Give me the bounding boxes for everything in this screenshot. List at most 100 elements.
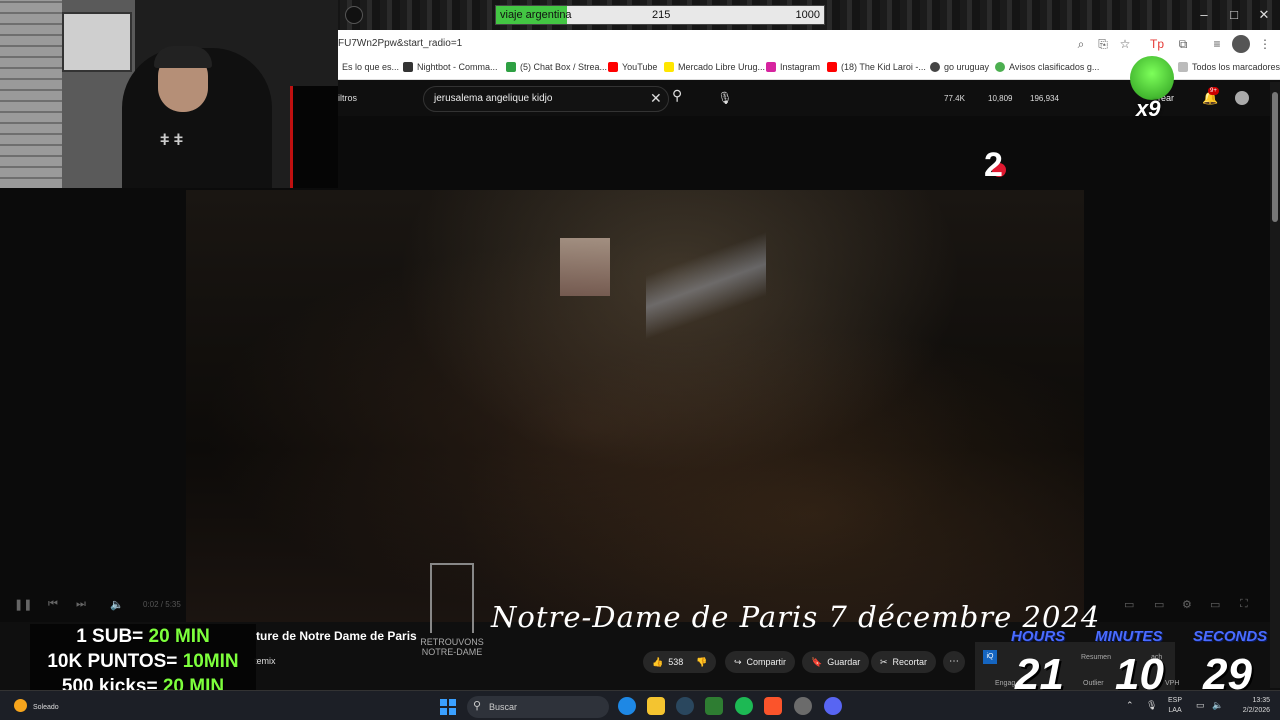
bookmark-item[interactable]: go uruguay xyxy=(930,62,989,72)
app-icon[interactable] xyxy=(794,697,812,715)
theater-icon[interactable]: ▭ xyxy=(1210,598,1220,611)
subtitles-icon[interactable]: ▭ xyxy=(1124,598,1134,611)
channel-name[interactable]: temix xyxy=(254,656,276,666)
brave-icon[interactable] xyxy=(764,697,782,715)
like-button[interactable]: 👍 538 👎 xyxy=(643,651,717,673)
bookmark-label: Avisos clasificados g... xyxy=(1009,62,1100,72)
filters-button[interactable]: iltros xyxy=(338,93,357,103)
reading-list-icon[interactable]: ≡ xyxy=(1208,35,1226,53)
bookmark-item[interactable]: (5) Chat Box / Strea... xyxy=(506,62,607,72)
streamer-cap xyxy=(154,46,212,68)
settings-gear-icon[interactable]: ⚙ xyxy=(1182,598,1192,611)
extensions-puzzle-icon[interactable]: ⧉ xyxy=(1174,35,1192,53)
url-field[interactable]: FU7Wn2Ppw&start_radio=1 xyxy=(338,38,462,49)
next-icon[interactable]: ⏭ xyxy=(76,598,86,611)
taskbar-clock[interactable]: 13:35 2/2/2026 xyxy=(1232,696,1270,716)
scrollbar-thumb[interactable] xyxy=(1272,92,1278,222)
timer-bg-label: VPH xyxy=(1165,680,1180,687)
clip-button[interactable]: ✂ Recortar xyxy=(871,651,937,673)
bookmark-item[interactable]: Mercado Libre Urug... xyxy=(664,62,765,72)
windows-start-icon[interactable] xyxy=(440,699,456,715)
maximize-button[interactable]: □ xyxy=(1224,7,1244,22)
previous-icon[interactable]: ⏮ xyxy=(48,598,58,611)
bookmark-item[interactable]: YouTube xyxy=(608,62,657,72)
chrome-icon[interactable] xyxy=(618,697,636,715)
file-explorer-icon[interactable] xyxy=(647,697,665,715)
bookmark-item[interactable]: Es lo que es... xyxy=(342,62,399,72)
sun-icon[interactable] xyxy=(14,699,27,712)
stream-goal-max: 1000 xyxy=(795,9,820,21)
sub-goal-value: 20 MIN xyxy=(148,626,210,647)
thumbs-down-icon[interactable]: 👎 xyxy=(696,657,707,668)
youtube-icon xyxy=(827,62,837,72)
lang-layout: LAA xyxy=(1168,707,1182,714)
clock-time: 13:35 xyxy=(1252,697,1270,704)
stat-viewers: 77.4K xyxy=(944,94,965,103)
classifieds-icon xyxy=(995,62,1005,72)
bookmark-item[interactable]: Avisos clasificados g... xyxy=(995,62,1099,72)
taskbar-search-placeholder: Buscar xyxy=(489,702,518,712)
bookmark-label: YouTube xyxy=(622,62,658,72)
bookmark-item[interactable]: Instagram xyxy=(766,62,820,72)
seconds-label: SECONDS xyxy=(1193,628,1268,645)
points-goal-value: 10MIN xyxy=(182,651,239,672)
volume-icon[interactable]: 🔈 xyxy=(110,598,124,611)
notification-badge: 9+ xyxy=(1208,87,1219,95)
discord-icon[interactable] xyxy=(824,697,842,715)
extension-icon[interactable]: Tp xyxy=(1148,35,1166,53)
video-frame: RETROUVONS NOTRE-DAME Notre-Dame de Pari… xyxy=(186,190,1099,657)
emote-icon xyxy=(1130,56,1174,100)
fullscreen-icon[interactable]: ⛶ xyxy=(1240,598,1248,611)
bookmark-item[interactable]: Nightbot - Comma... xyxy=(403,62,498,72)
minimize-button[interactable]: – xyxy=(1194,7,1214,22)
wall-board xyxy=(62,12,132,72)
youtube-icon xyxy=(608,62,618,72)
miniplayer-icon[interactable]: ▭ xyxy=(1154,598,1164,611)
install-icon[interactable]: ⎘ xyxy=(1094,35,1112,53)
pause-icon[interactable]: ❚❚ xyxy=(14,598,32,611)
search-query: jerusalema angelique kidjo xyxy=(434,93,553,104)
tray-chevron-icon[interactable]: ⌃ xyxy=(1126,700,1134,711)
steam-icon[interactable] xyxy=(676,697,694,715)
lang-code: ESP xyxy=(1168,697,1183,704)
speaker-icon[interactable]: 🔈 xyxy=(1212,700,1223,711)
light-beam xyxy=(646,190,766,360)
like-count: 538 xyxy=(668,657,684,667)
sub-goal-line: 1 SUB= 20 MIN xyxy=(30,626,256,648)
clear-search-icon[interactable]: ✕ xyxy=(650,90,662,107)
taskbar-search-input[interactable]: ⚲ Buscar xyxy=(467,696,609,718)
tray-mic-icon[interactable]: 🎙 xyxy=(1146,700,1157,711)
share-button[interactable]: ↪ Compartir xyxy=(725,651,796,673)
close-button[interactable]: ✕ xyxy=(1254,7,1274,23)
avatar[interactable] xyxy=(1235,91,1249,105)
zoom-icon[interactable]: ⌕ xyxy=(1072,35,1090,53)
network-icon[interactable]: ▭ xyxy=(1196,700,1205,711)
tab-favicon-icon[interactable] xyxy=(345,6,363,24)
nightbot-icon xyxy=(403,62,413,72)
microphone-icon[interactable]: 🎙 xyxy=(714,87,736,109)
time-display: 0:02 / 5:35 xyxy=(143,600,181,609)
more-actions-icon[interactable]: ⋯ xyxy=(943,651,965,673)
bookmark-label: Mercado Libre Urug... xyxy=(678,62,766,72)
watermark-text: RETROUVONS NOTRE-DAME xyxy=(420,637,484,657)
page-scrollbar[interactable] xyxy=(1270,82,1280,688)
minecraft-icon[interactable] xyxy=(705,697,723,715)
spotify-icon[interactable] xyxy=(735,697,753,715)
bookmark-label: (18) The Kid Laroi -... xyxy=(841,62,926,72)
profile-avatar-icon[interactable] xyxy=(1232,35,1250,53)
brick-wall xyxy=(0,0,62,188)
menu-dots-icon[interactable]: ⋮ xyxy=(1256,35,1274,53)
bookmark-item[interactable]: (18) The Kid Laroi -... xyxy=(827,62,926,72)
weather-label[interactable]: Soleado xyxy=(33,704,59,711)
hoodie-logo: ǂ ǂ xyxy=(160,132,184,149)
instagram-icon xyxy=(766,62,776,72)
bookmark-star-icon[interactable]: ☆ xyxy=(1116,35,1134,53)
all-bookmarks-folder[interactable]: Todos los marcadores xyxy=(1178,62,1280,72)
search-input[interactable]: jerusalema angelique kidjo ✕ xyxy=(423,86,669,112)
video-player[interactable]: RETROUVONS NOTRE-DAME Notre-Dame de Pari… xyxy=(0,116,1270,657)
language-indicator[interactable]: ESP LAA xyxy=(1168,696,1182,716)
cathedral-illustration xyxy=(560,238,610,296)
bookmark-icon: 🔖 xyxy=(811,656,823,667)
save-button[interactable]: 🔖 Guardar xyxy=(802,651,870,673)
search-icon[interactable]: ⚲ xyxy=(672,87,696,111)
